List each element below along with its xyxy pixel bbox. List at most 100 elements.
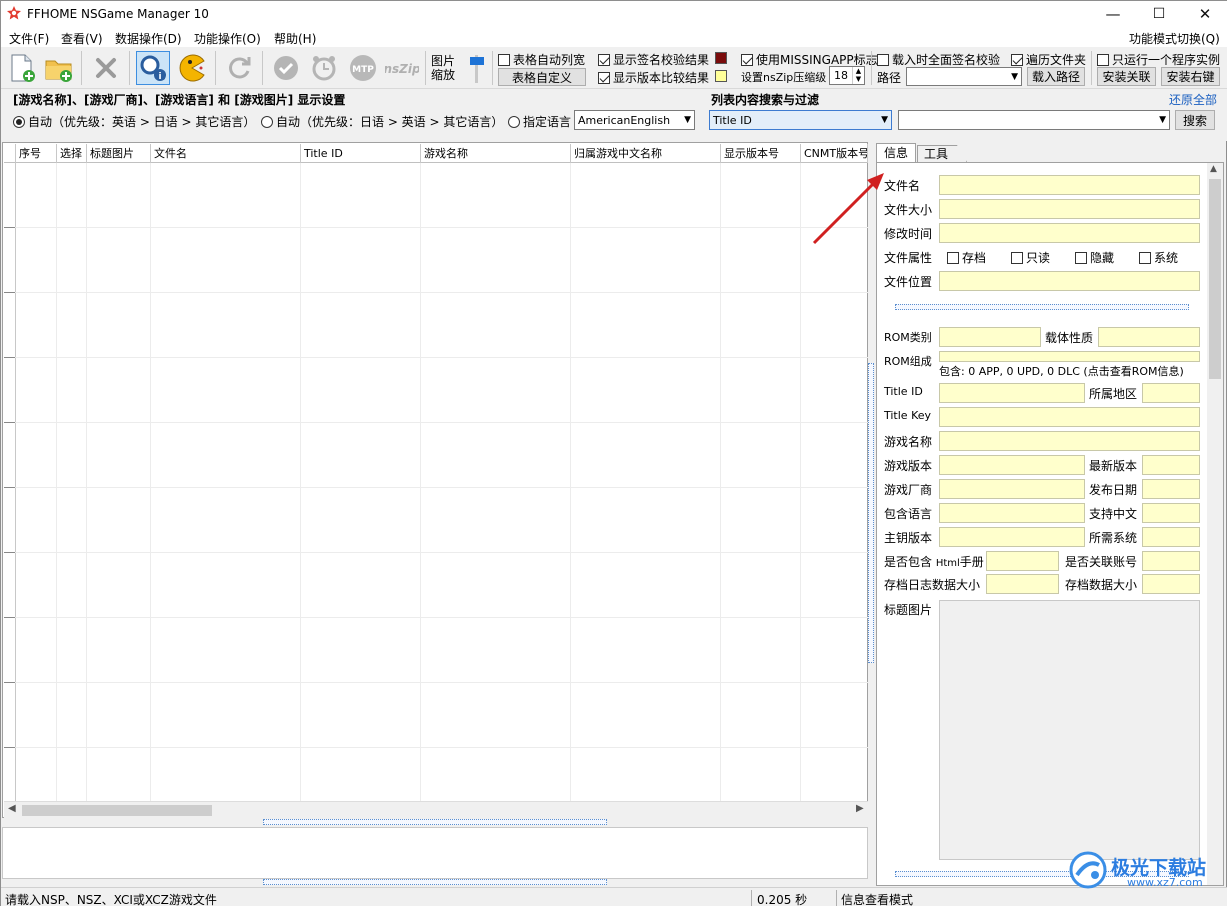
horizontal-scrollbar[interactable]: ◀ ▶ [4, 801, 868, 818]
col-file-name[interactable]: 文件名 [151, 144, 301, 163]
chinese-field[interactable] [1142, 503, 1200, 523]
scroll-right-icon[interactable]: ▶ [856, 803, 864, 814]
media-field[interactable] [1098, 327, 1200, 347]
maximize-button[interactable]: ☐ [1136, 1, 1182, 27]
scroll-left-icon[interactable]: ◀ [8, 803, 16, 814]
slider-thumb[interactable] [470, 57, 484, 65]
load-path-button[interactable]: 载入路径 [1027, 67, 1085, 86]
table-custom-button[interactable]: 表格自定义 [498, 68, 586, 86]
minimize-button[interactable]: — [1090, 1, 1136, 27]
col-title-id[interactable]: Title ID [301, 144, 421, 163]
search-field-select[interactable]: Title ID ▼ [709, 110, 892, 130]
auto-column-checkbox[interactable]: 表格自动列宽 [498, 51, 585, 68]
col-cn-name[interactable]: 归属游戏中文名称 [571, 144, 721, 163]
nszip-level-label: 设置nsZip压缩级 [741, 71, 827, 84]
file-size-field[interactable] [939, 199, 1200, 219]
region-field[interactable] [1142, 383, 1200, 403]
menu-view[interactable]: 查看(V) [61, 30, 103, 47]
col-cnmt-version[interactable]: CNMT版本号 [801, 144, 868, 163]
close-button[interactable]: ✕ [1182, 1, 1227, 27]
col-index[interactable]: 序号 [16, 144, 57, 163]
menu-data-ops[interactable]: 数据操作(D) [115, 30, 182, 47]
path-select[interactable]: ▼ [906, 67, 1022, 86]
game-name-field[interactable] [939, 431, 1200, 451]
menu-help[interactable]: 帮助(H) [274, 30, 316, 47]
image-zoom-slider[interactable] [466, 53, 488, 85]
scroll-up-icon[interactable]: ▲ [1210, 164, 1217, 174]
add-folder-button[interactable] [42, 51, 76, 85]
mod-time-field[interactable] [939, 223, 1200, 243]
col-title-image[interactable]: 标题图片 [87, 144, 151, 163]
horizontal-splitter-bottom[interactable] [263, 879, 607, 885]
remove-button[interactable] [89, 51, 123, 85]
file-location-field[interactable] [939, 271, 1200, 291]
horizontal-splitter-top[interactable] [263, 819, 607, 825]
master-key-field[interactable] [939, 527, 1085, 547]
radio-specify-lang[interactable]: 指定语言 [508, 113, 571, 130]
publisher-field[interactable] [939, 479, 1085, 499]
nszip-level-spinner[interactable]: 18 ▲ ▼ [829, 66, 865, 85]
file-name-field[interactable] [939, 175, 1200, 195]
release-date-field[interactable] [1142, 479, 1200, 499]
show-sign-checkbox[interactable]: 显示签名校验结果 [598, 51, 709, 68]
language-select[interactable]: AmericanEnglish ▼ [574, 110, 695, 130]
save-data-size-field[interactable] [1142, 574, 1200, 594]
scroll-thumb[interactable] [1209, 179, 1221, 379]
attr-readonly-checkbox[interactable]: 只读 [1011, 249, 1050, 266]
latest-version-field[interactable] [1142, 455, 1200, 475]
col-display-version[interactable]: 显示版本号 [721, 144, 801, 163]
col-game-name[interactable]: 游戏名称 [421, 144, 571, 163]
title-id-field[interactable] [939, 383, 1085, 403]
radio-auto-jp[interactable]: 自动（优先级：日语 > 英语 > 其它语言） [261, 113, 503, 130]
menu-function-ops[interactable]: 功能操作(O) [194, 30, 261, 47]
scroll-thumb[interactable] [22, 805, 212, 816]
menu-file[interactable]: 文件(F) [9, 30, 49, 47]
tab-tools[interactable]: 工具 [917, 145, 967, 162]
search-button[interactable]: 搜索 [1175, 110, 1215, 130]
col-select[interactable]: 选择 [57, 144, 87, 163]
nszip-button[interactable]: nsZip [385, 51, 419, 85]
radio-auto-en[interactable]: 自动（优先级：英语 > 日语 > 其它语言） [13, 113, 255, 130]
version-color-swatch[interactable] [715, 70, 727, 82]
full-sign-checkbox[interactable]: 载入时全面签名校验 [877, 51, 1000, 68]
tab-info[interactable]: 信息 [876, 143, 916, 163]
restore-all-link[interactable]: 还原全部 [1169, 91, 1217, 108]
rom-type-field[interactable] [939, 327, 1041, 347]
info-view-button[interactable]: i [136, 51, 170, 85]
attr-archive-checkbox[interactable]: 存档 [947, 249, 986, 266]
languages-field[interactable] [939, 503, 1085, 523]
spin-down-icon[interactable]: ▼ [852, 75, 864, 84]
traverse-folder-checkbox[interactable]: 遍历文件夹 [1011, 51, 1086, 68]
sign-color-swatch[interactable] [715, 52, 727, 64]
install-assoc-button[interactable]: 安装关联 [1097, 67, 1156, 86]
add-file-button[interactable] [5, 51, 39, 85]
single-instance-checkbox[interactable]: 只运行一个程序实例 [1097, 51, 1220, 68]
spin-up-icon[interactable]: ▲ [852, 67, 864, 75]
menu-mode-switch[interactable]: 功能模式切换(Q) [1129, 30, 1220, 47]
show-version-checkbox[interactable]: 显示版本比较结果 [598, 69, 709, 86]
game-version-field[interactable] [939, 455, 1085, 475]
label-publisher: 游戏厂商 [884, 483, 933, 497]
vertical-scrollbar[interactable]: ▲ [1207, 163, 1223, 885]
status-message: 请载入NSP、NSZ、XCI或XCZ游戏文件 [5, 893, 217, 906]
attr-hidden-checkbox[interactable]: 隐藏 [1075, 249, 1114, 266]
vertical-splitter[interactable] [868, 363, 874, 663]
mtp-button[interactable]: MTP [346, 51, 380, 85]
title-key-field[interactable] [939, 407, 1200, 427]
install-right-button[interactable]: 安装右键 [1161, 67, 1220, 86]
html-manual-field[interactable] [986, 551, 1059, 571]
panel-splitter[interactable] [895, 304, 1189, 310]
linked-account-field[interactable] [1142, 551, 1200, 571]
pacman-button[interactable] [175, 51, 209, 85]
verify-button[interactable] [269, 51, 303, 85]
system-field[interactable] [1142, 527, 1200, 547]
info-panel: ▲ 文件名 文件大小 修改时间 文件属性 存档 只读 隐藏 系统 文件位置 RO… [876, 162, 1224, 886]
search-input[interactable]: ▼ [898, 110, 1170, 130]
attr-system-checkbox[interactable]: 系统 [1139, 249, 1178, 266]
rom-comp-field[interactable] [939, 351, 1200, 362]
timer-button[interactable] [307, 51, 341, 85]
table-body[interactable] [4, 163, 868, 803]
refresh-button[interactable] [222, 51, 256, 85]
rom-summary-link[interactable]: 包含: 0 APP, 0 UPD, 0 DLC (点击查看ROM信息) [939, 363, 1184, 379]
save-log-size-field[interactable] [986, 574, 1059, 594]
